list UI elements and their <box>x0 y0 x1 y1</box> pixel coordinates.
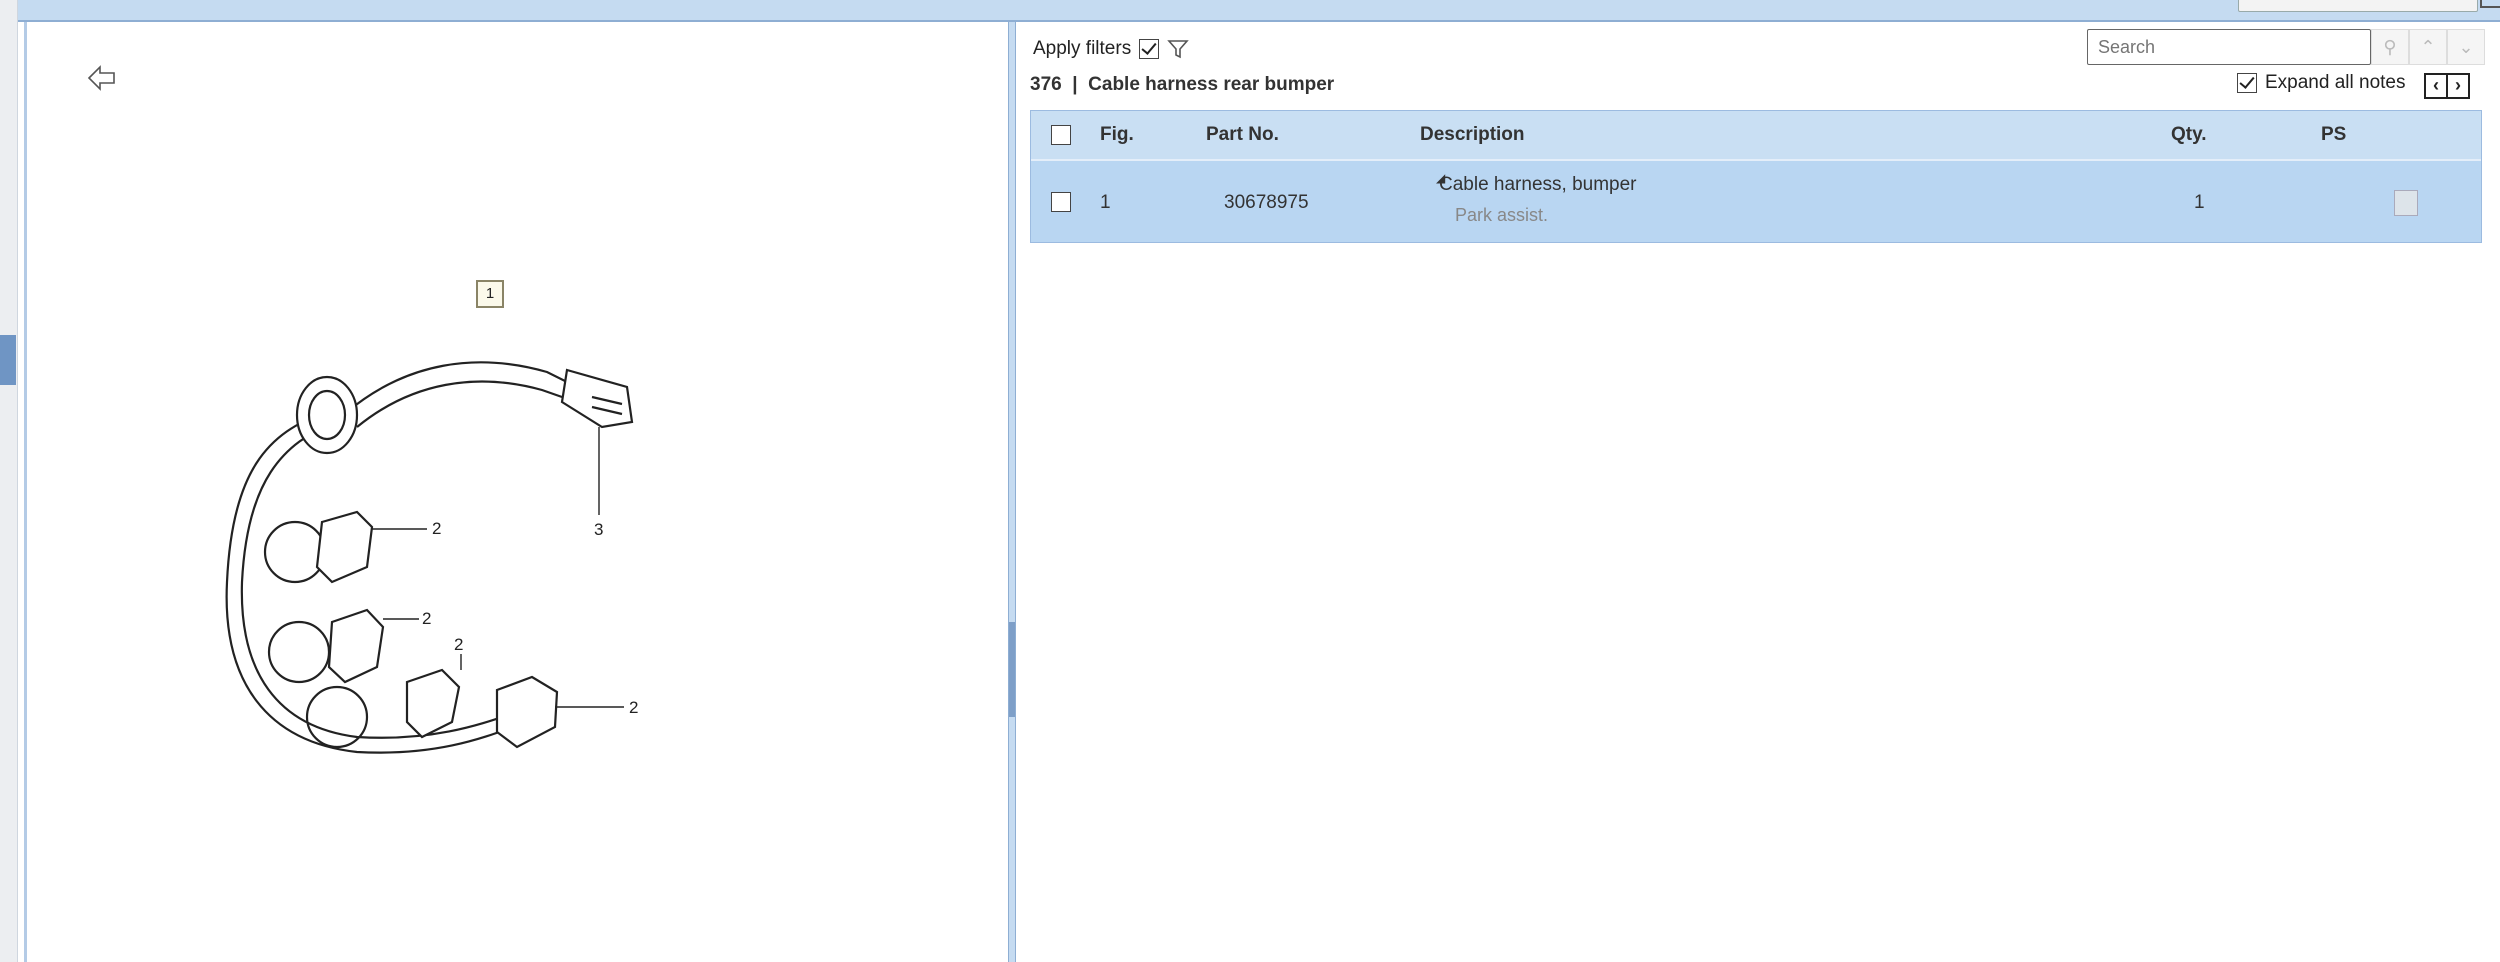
parts-panel: Apply filters 376 | Cable harness rear b… <box>1016 22 2500 962</box>
row-checkbox[interactable] <box>1051 192 1071 212</box>
apply-filters-checkbox[interactable] <box>1139 39 1160 59</box>
filter-icon[interactable] <box>1167 38 1189 60</box>
row-description: Cable harness, bumper <box>1439 174 1637 195</box>
callout-label[interactable]: 3 <box>594 520 603 540</box>
group-title: Cable harness rear bumper <box>1088 74 1335 95</box>
search-icon[interactable]: ⚲ <box>2371 29 2409 65</box>
page-title: 376 | Cable harness rear bumper <box>1030 74 1334 96</box>
figure-group-label[interactable]: 1 <box>476 280 504 308</box>
select-all-checkbox[interactable] <box>1051 125 1071 145</box>
column-description[interactable]: Description <box>1420 124 1525 146</box>
column-part-no[interactable]: Part No. <box>1206 124 1279 146</box>
cable-harness-illustration <box>225 361 634 754</box>
callout-label[interactable]: 2 <box>454 635 463 655</box>
column-qty[interactable]: Qty. <box>2171 124 2207 146</box>
top-button[interactable] <box>2238 0 2478 12</box>
expand-all-notes-label: Expand all notes <box>2265 72 2406 93</box>
apply-filters-label: Apply filters <box>1033 38 1132 59</box>
left-sidebar-strip <box>0 0 18 962</box>
search-next-icon[interactable]: ⌄ <box>2447 29 2485 65</box>
row-note: Park assist. <box>1455 205 1549 225</box>
apply-filters: Apply filters <box>1033 38 1189 60</box>
print-icon[interactable] <box>2480 0 2500 8</box>
panel-splitter[interactable] <box>1008 22 1016 962</box>
row-fig: 1 <box>1100 192 1111 213</box>
expand-all-notes-checkbox[interactable] <box>2237 73 2257 93</box>
row-qty: 1 <box>2194 192 2205 213</box>
expand-all-notes: Expand all notes <box>2237 72 2406 94</box>
row-part-no: 30678975 <box>1224 192 1309 213</box>
column-ps[interactable]: PS <box>2321 124 2346 146</box>
separator: | <box>1072 74 1078 95</box>
table-row[interactable]: 1 30678975 ◢ Cable harness, bumper Park … <box>1031 163 2481 243</box>
group-number: 376 <box>1030 74 1062 95</box>
note-icon[interactable] <box>2394 190 2418 216</box>
sidebar-tab[interactable] <box>0 335 16 385</box>
search-input[interactable] <box>2087 29 2371 65</box>
callout-label[interactable]: 2 <box>422 609 431 629</box>
splitter-handle[interactable] <box>1009 622 1015 717</box>
table-header: Fig. Part No. Description Qty. PS <box>1031 111 2481 161</box>
callout-label[interactable]: 2 <box>629 698 638 718</box>
previous-button[interactable]: ‹ <box>2424 73 2448 99</box>
next-button[interactable]: › <box>2446 73 2470 99</box>
illustration-panel: 1 2 2 2 2 3 <box>24 22 1008 962</box>
column-fig[interactable]: Fig. <box>1100 124 1134 146</box>
top-bar <box>18 0 2500 22</box>
search-prev-icon[interactable]: ⌃ <box>2409 29 2447 65</box>
parts-table: Fig. Part No. Description Qty. PS 1 3067… <box>1030 110 2482 243</box>
callout-label[interactable]: 2 <box>432 519 441 539</box>
